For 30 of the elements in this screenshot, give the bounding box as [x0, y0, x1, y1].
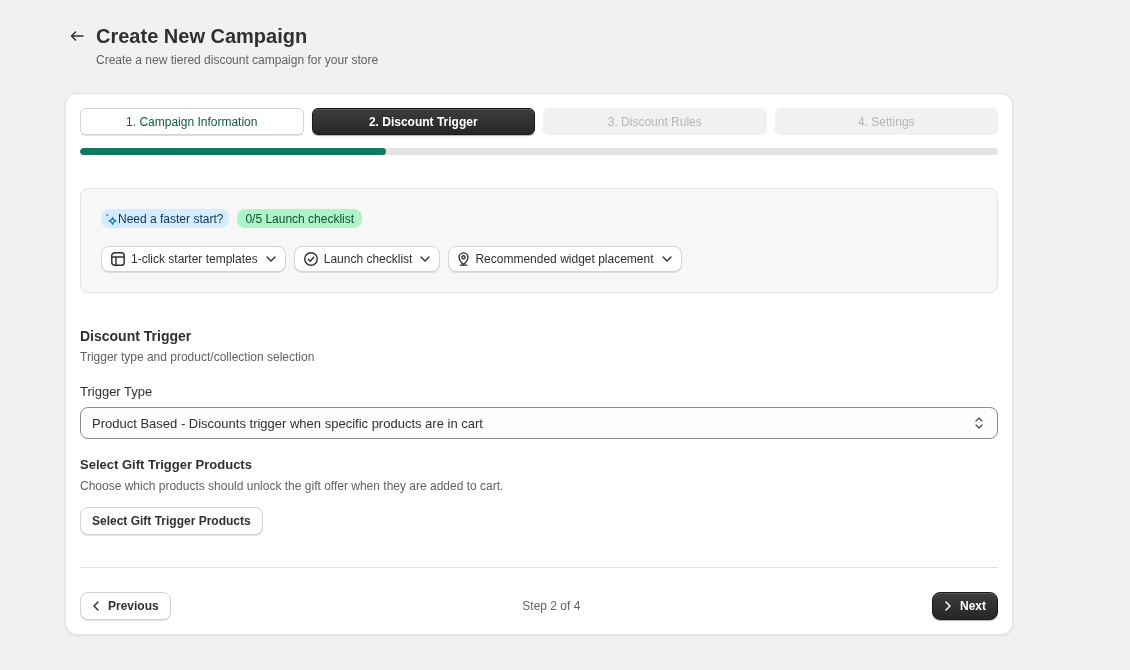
sparkle-icon [105, 212, 117, 225]
gift-products-description: Choose which products should unlock the gift offer when they are added to cart. [80, 478, 505, 494]
chevron-right-icon [944, 601, 951, 611]
trigger-type-select[interactable]: Product Based - Discounts trigger when specific products are in cart [80, 407, 998, 439]
map-pin-icon [458, 252, 470, 266]
check-circle-icon [303, 252, 318, 266]
select-products-button[interactable]: Select Gift Trigger Products [80, 507, 263, 535]
section-subtitle: Trigger type and product/collection selection [80, 349, 316, 365]
up-down-chevron-icon [975, 417, 983, 429]
dropdown-button[interactable]: Launch checklist [293, 246, 441, 272]
page-title: Create New Campaign [96, 24, 309, 48]
step-tab[interactable]: 1. Campaign Information [80, 108, 304, 135]
page-subtitle: Create a new tiered discount campaign for your store [96, 52, 379, 68]
step-tab[interactable]: 2. Discount Trigger [311, 108, 535, 135]
chevron-down-icon [661, 256, 672, 262]
chevron-down-icon [420, 256, 431, 262]
next-button[interactable]: Next [931, 592, 998, 620]
dropdown-button[interactable]: Recommended widget placement [448, 246, 682, 272]
layout-icon [111, 252, 125, 266]
hint-text: Need a faster start? [118, 211, 224, 226]
gift-products-title: Select Gift Trigger Products [80, 456, 253, 474]
field-label: Trigger Type [80, 383, 154, 401]
section-title: Discount Trigger [80, 327, 193, 345]
checklist-progress-badge: 0/5 Launch checklist [237, 209, 363, 228]
previous-button[interactable]: Previous [80, 592, 171, 620]
back-arrow-icon[interactable] [70, 31, 84, 41]
dropdown-button[interactable]: 1-click starter templates [101, 246, 286, 272]
step-counter: Step 2 of 4 [522, 599, 581, 613]
chevron-down-icon [265, 256, 276, 262]
chevron-left-icon [93, 601, 99, 611]
